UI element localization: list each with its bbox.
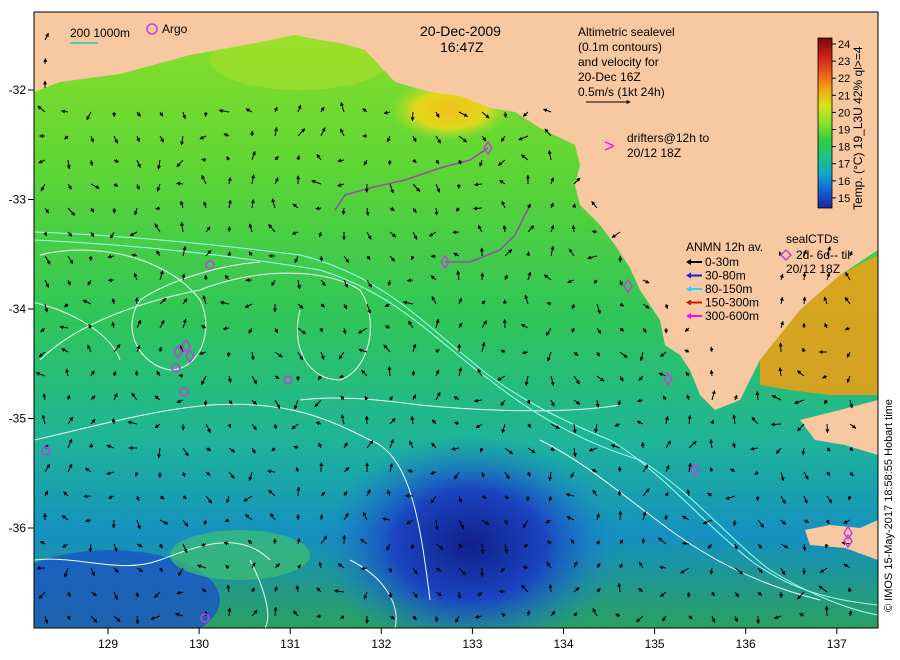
velocity-arrow — [825, 423, 830, 434]
map-date: 20-Dec-2009 — [420, 23, 501, 39]
velocity-arrow — [472, 206, 483, 211]
velocity-arrow — [227, 226, 232, 233]
velocity-arrow — [89, 442, 94, 449]
velocity-arrow — [43, 57, 48, 65]
y-tick-label: -34 — [9, 302, 27, 316]
velocity-arrow — [686, 591, 691, 598]
colorbar-tick-label: 24 — [838, 39, 850, 51]
velocity-arrow — [755, 495, 760, 502]
velocity-arrow — [387, 159, 392, 166]
anmn-legend-label: 30-80m — [705, 269, 746, 283]
altimetry-note-line: and velocity for — [578, 55, 659, 69]
velocity-arrow — [732, 519, 737, 527]
drifters-note-line: drifters@12h to — [627, 131, 710, 145]
velocity-arrow — [296, 486, 301, 497]
colorbar-label: Temp. (°C) 19_L3U 42% ql>=4 — [851, 46, 865, 210]
anmn-legend-label: 150-300m — [705, 296, 759, 310]
velocity-arrow — [591, 229, 598, 234]
colorbar-tick-label: 20 — [838, 107, 850, 119]
altimetry-note-line: 20-Dec 16Z — [578, 70, 641, 84]
x-tick-label: 132 — [371, 637, 391, 651]
x-tick-label: 130 — [189, 637, 209, 651]
velocity-arrow — [203, 399, 208, 407]
seal-legend-title: sealCTDs — [786, 232, 839, 246]
y-tick-label: -35 — [9, 412, 27, 426]
isobath-legend-label: 200 1000m — [70, 26, 130, 40]
y-tick-label: -36 — [9, 521, 27, 535]
colorbar-tick-label: 18 — [838, 142, 850, 154]
x-axis: 129 130 131 132 133 134 135 136 137 — [98, 628, 847, 651]
colorbar-tick-label: 19 — [838, 125, 850, 137]
velocity-arrow — [83, 494, 92, 499]
y-axis: -32 -33 -34 -35 -36 — [9, 83, 34, 535]
anmn-legend-label: 0-30m — [705, 255, 739, 269]
velocity-arrow — [618, 510, 623, 521]
velocity-arrow — [226, 351, 231, 358]
colorbar-tick-label: 15 — [838, 193, 850, 205]
velocity-arrow — [203, 111, 208, 117]
velocity-arrow — [227, 607, 232, 617]
velocity-arrow — [135, 591, 140, 598]
velocity-arrow — [112, 207, 117, 214]
altimetry-note-line: Altimetric sealevel — [578, 25, 675, 39]
colorbar-tick-label: 22 — [838, 73, 850, 85]
velocity-arrow — [316, 614, 322, 619]
argo-legend-label: Argo — [162, 22, 188, 36]
anmn-legend-label: 80-150m — [705, 282, 752, 296]
velocity-arrow — [134, 370, 139, 377]
drifter-legend-icon: > — [604, 136, 615, 156]
cold-water-pool — [320, 435, 620, 628]
x-tick-label: 134 — [553, 637, 573, 651]
x-tick-label: 129 — [98, 637, 118, 651]
sst-map: 129 130 131 132 133 134 135 136 137 -32 -33 -34 -35… — [9, 11, 895, 651]
velocity-arrow — [709, 369, 714, 377]
velocity-arrow — [641, 537, 646, 545]
colorbar-tick-label: 17 — [838, 159, 850, 171]
seal-legend-line: 2d- 6d-- til — [796, 248, 850, 262]
colorbar-tick-label: 21 — [838, 90, 850, 102]
map-time: 16:47Z — [440, 39, 484, 55]
velocity-arrow — [315, 206, 322, 211]
anmn-legend-title: ANMN 12h av. — [686, 240, 763, 254]
green-band-south — [170, 530, 310, 580]
colorbar-tick-label: 23 — [838, 56, 850, 68]
x-tick-label: 135 — [645, 637, 665, 651]
seal-legend-line: 20/12 18Z — [786, 262, 840, 276]
altimetry-note-line: 0.5m/s (1kt 24h) — [578, 85, 665, 99]
velocity-arrow — [457, 591, 462, 599]
y-tick-label: -33 — [9, 193, 27, 207]
x-tick-label: 133 — [462, 637, 482, 651]
velocity-arrow — [176, 181, 184, 186]
altimetry-note-line: (0.1m contours) — [578, 40, 662, 54]
velocity-arrow — [111, 418, 116, 425]
drifters-note-line: 20/12 18Z — [627, 146, 681, 160]
velocity-arrow — [526, 251, 531, 257]
colorbar — [817, 37, 833, 209]
velocity-arrow — [410, 111, 415, 122]
velocity-arrow — [778, 342, 783, 353]
y-tick-label: -32 — [9, 83, 27, 97]
x-tick-label: 137 — [827, 637, 847, 651]
anmn-legend-label: 300-600m — [705, 309, 759, 323]
x-tick-label: 131 — [280, 637, 300, 651]
velocity-arrow — [135, 615, 140, 625]
velocity-arrow — [617, 466, 622, 473]
velocity-arrow — [572, 203, 577, 209]
map-plot-area — [34, 12, 878, 628]
velocity-arrow — [341, 207, 346, 216]
credit-text: © IMOS 15-May-2017 18:58:55 Hobart time — [883, 399, 895, 612]
colorbar-tick-label: 16 — [838, 176, 850, 188]
velocity-arrow — [480, 272, 485, 281]
x-tick-label: 136 — [736, 637, 756, 651]
velocity-arrow — [770, 422, 782, 427]
velocity-arrow — [201, 157, 207, 162]
